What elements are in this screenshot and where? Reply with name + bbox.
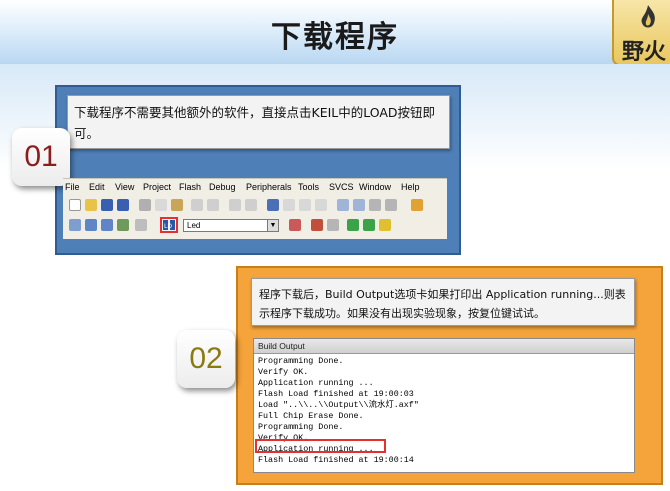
open-folder-icon[interactable] [85,199,97,211]
file-extensions-icon[interactable] [327,219,339,231]
log-line: Flash Load finished at 19:00:03 [258,389,414,399]
bookmark-prev-icon[interactable] [283,199,295,211]
logo-text: 野火 [622,39,667,65]
cut-icon[interactable] [139,199,151,211]
pack-installer-icon[interactable] [347,219,359,231]
batch-build-icon[interactable] [117,219,129,231]
toolbar-row-1 [63,196,447,216]
menu-window[interactable]: Window [359,182,391,192]
save-all-icon[interactable] [117,199,129,211]
step2-number-badge: 02 [177,330,235,388]
redo-icon[interactable] [207,199,219,211]
menu-flash[interactable]: Flash [179,182,201,192]
build-icon[interactable] [85,219,97,231]
target-select-value: Led [187,221,201,230]
stop-build-icon[interactable] [135,219,147,231]
menu-peripherals[interactable]: Peripherals [246,182,292,192]
slide-title: 下载程序 [271,20,399,55]
new-file-icon[interactable] [69,199,81,211]
menu-tools[interactable]: Tools [298,182,319,192]
load-icon: LD [163,220,175,230]
copy-icon[interactable] [155,199,167,211]
menu-project[interactable]: Project [143,182,171,192]
chevron-down-icon[interactable]: ▼ [267,220,278,231]
menu-help[interactable]: Help [401,182,420,192]
brand-logo: 野火 [612,0,670,66]
step1-note: 下载程序不需要其他额外的软件，直接点击KEIL中的LOAD按钮即可。 [67,95,450,149]
flame-icon [641,5,655,28]
unindent-icon[interactable] [353,199,365,211]
uncomment-icon[interactable] [385,199,397,211]
nav-back-icon[interactable] [229,199,241,211]
log-line: Load "..\\..\\Output\\流水灯.axf" [258,400,419,410]
keil-toolbar-screenshot: File Edit View Project Flash Debug Perip… [63,178,447,239]
log-line: Flash Load finished at 19:00:14 [258,455,414,465]
menu-svcs[interactable]: SVCS [329,182,354,192]
log-line: Programming Done. [258,356,344,366]
menu-edit[interactable]: Edit [89,182,105,192]
step1-number-badge: 01 [12,128,70,186]
translate-icon[interactable] [69,219,81,231]
load-button[interactable]: LD [160,217,178,233]
manage-project-icon[interactable] [311,219,323,231]
paste-icon[interactable] [171,199,183,211]
menu-debug[interactable]: Debug [209,182,236,192]
target-options-icon[interactable] [289,219,301,231]
menu-file[interactable]: File [65,182,80,192]
find-in-files-icon[interactable] [411,199,423,211]
slide-header: 下载程序 野火 [0,0,670,66]
bookmark-icon[interactable] [267,199,279,211]
log-line: Verify OK. [258,367,309,377]
select-packs-icon[interactable] [363,219,375,231]
undo-icon[interactable] [191,199,203,211]
bookmark-next-icon[interactable] [299,199,311,211]
target-select[interactable]: Led ▼ [183,219,279,232]
toolbar-row-2: LD Led ▼ [63,216,447,236]
step2-note: 程序下载后，Build Output选项卡如果打印出 Application r… [251,278,635,326]
log-line: Programming Done. [258,422,344,432]
save-icon[interactable] [101,199,113,211]
log-line: Application running ... [258,378,374,388]
log-line: Full Chip Erase Done. [258,411,364,421]
build-output-title: Build Output [254,339,634,354]
rebuild-icon[interactable] [101,219,113,231]
nav-forward-icon[interactable] [245,199,257,211]
application-running-highlight [255,439,386,453]
manage-rte-icon[interactable] [379,219,391,231]
svg-text:LD: LD [164,223,172,230]
bookmark-clear-icon[interactable] [315,199,327,211]
indent-icon[interactable] [337,199,349,211]
menu-view[interactable]: View [115,182,134,192]
comment-icon[interactable] [369,199,381,211]
keil-menubar: File Edit View Project Flash Debug Perip… [63,179,447,195]
